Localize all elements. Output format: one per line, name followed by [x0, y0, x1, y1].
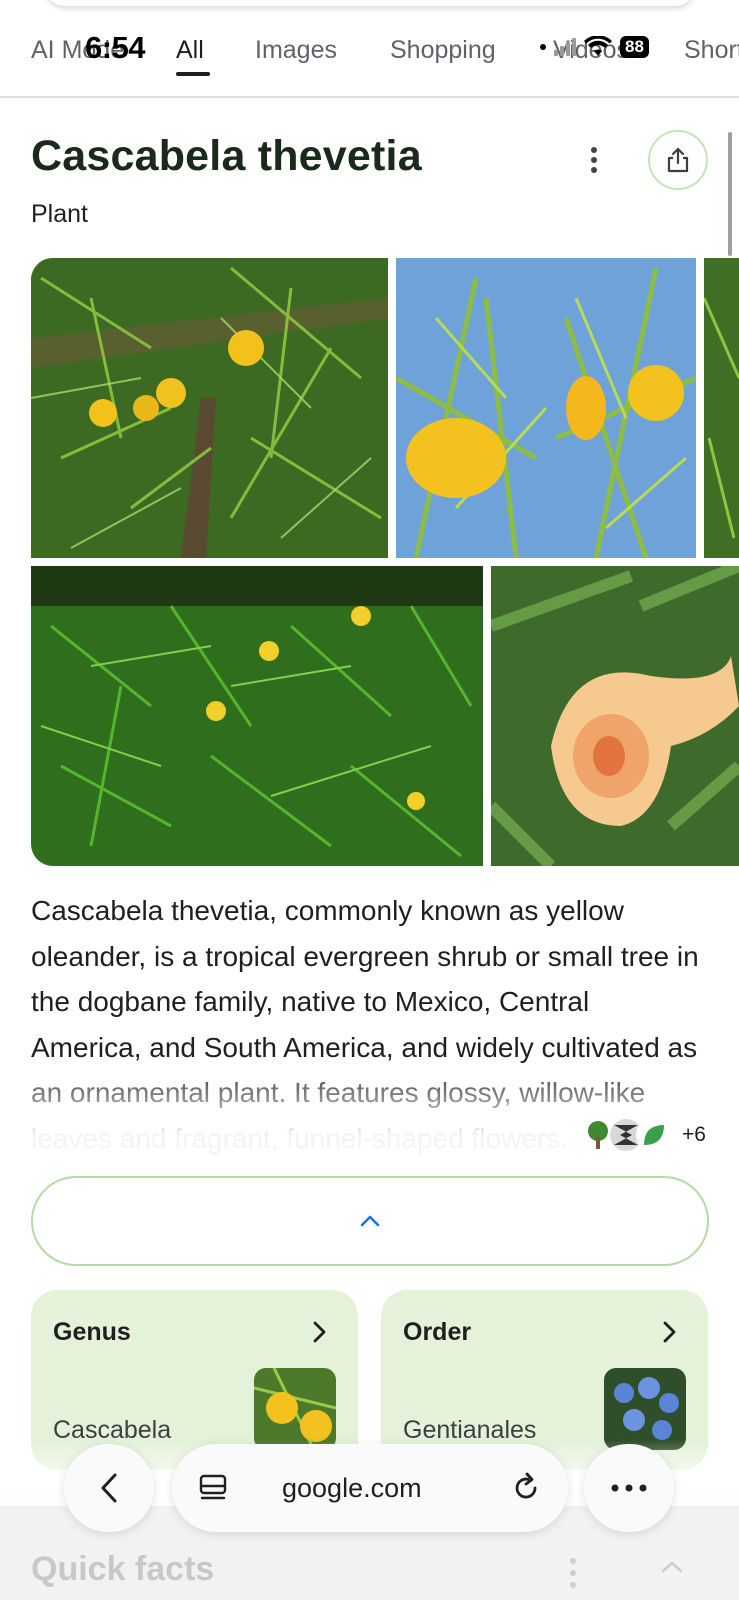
chevron-up-icon — [360, 1215, 380, 1227]
chevron-right-icon — [313, 1321, 326, 1343]
plant-image-4[interactable] — [31, 566, 483, 866]
url-text: google.com — [282, 1472, 422, 1503]
cellular-signal-icon — [554, 38, 576, 56]
tab-images[interactable]: Images — [255, 36, 337, 65]
signal-dot-icon — [540, 44, 546, 50]
plant-image-2[interactable] — [396, 258, 696, 558]
more-menu-button[interactable] — [584, 1444, 674, 1532]
quick-facts-heading: Quick facts — [31, 1550, 215, 1588]
tab-shorts[interactable]: Shorts — [684, 36, 739, 65]
scrollbar[interactable] — [728, 132, 732, 256]
plant-image-5[interactable] — [491, 566, 739, 866]
source-icons[interactable]: +6 — [580, 1117, 706, 1153]
tab-shopping[interactable]: Shopping — [390, 36, 496, 65]
share-icon — [667, 147, 689, 173]
source-leaf-icon — [636, 1117, 672, 1153]
more-vert-icon[interactable] — [586, 145, 602, 175]
share-button[interactable] — [648, 130, 708, 190]
more-horiz-icon — [611, 1484, 647, 1492]
status-icons: 88 — [540, 36, 649, 58]
plant-image-1[interactable] — [31, 258, 388, 558]
card-label: Order — [403, 1318, 472, 1346]
chevron-up-icon[interactable] — [660, 1560, 684, 1574]
tab-switcher-icon[interactable] — [198, 1473, 228, 1503]
card-label: Genus — [53, 1318, 131, 1346]
plant-image-3[interactable] — [704, 258, 739, 558]
entity-type: Plant — [31, 200, 88, 228]
back-button[interactable] — [64, 1444, 154, 1532]
address-bar[interactable]: google.com — [172, 1444, 568, 1532]
more-vert-icon[interactable] — [570, 1558, 578, 1588]
tab-all[interactable]: All — [176, 36, 204, 65]
sources-count: +6 — [682, 1123, 706, 1146]
order-thumbnail — [604, 1368, 686, 1450]
page-title: Cascabela thevetia — [31, 132, 422, 180]
genus-thumbnail — [254, 1368, 336, 1450]
status-time: 6:54 — [85, 30, 146, 65]
battery-indicator: 88 — [620, 36, 649, 58]
chevron-right-icon — [663, 1321, 676, 1343]
show-less-button[interactable] — [31, 1176, 709, 1266]
tabs-divider — [0, 96, 739, 98]
wifi-icon — [584, 36, 612, 58]
back-arrow-icon — [101, 1473, 117, 1503]
reload-icon[interactable] — [510, 1472, 542, 1504]
search-bar-remnant — [46, 0, 694, 6]
